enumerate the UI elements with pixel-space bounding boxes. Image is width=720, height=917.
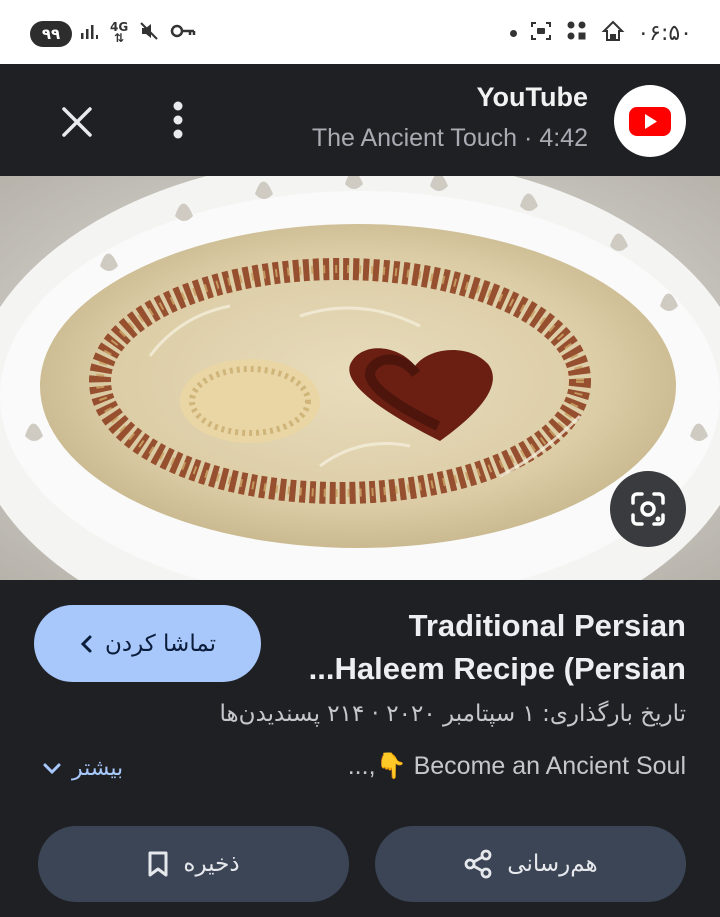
- close-button[interactable]: [55, 100, 99, 144]
- source-meta: The Ancient Touch · 4:42: [312, 124, 588, 153]
- mute-icon: [138, 20, 160, 47]
- network-type: 4G ⇅: [110, 20, 129, 45]
- bookmark-icon: [148, 851, 168, 877]
- vpn-key-icon: [170, 21, 196, 46]
- chevron-down-icon: [43, 763, 61, 774]
- battery-indicator: ۹۹: [30, 21, 72, 47]
- youtube-icon: [629, 107, 671, 136]
- watch-label: تماشا کردن: [104, 630, 217, 657]
- lens-search-button[interactable]: [610, 471, 686, 547]
- close-icon: [62, 107, 92, 137]
- status-icons-left: 4G ⇅: [80, 18, 196, 48]
- status-bar: ۹۹ 4G ⇅ ۰۶:۵۰: [0, 0, 720, 64]
- result-header: YouTube The Ancient Touch · 4:42: [0, 64, 720, 176]
- save-button[interactable]: ذخیره: [38, 826, 349, 902]
- status-icons-right: ۰۶:۵۰: [510, 18, 692, 48]
- watch-button[interactable]: تماشا کردن: [34, 605, 261, 682]
- video-title-line-2: Haleem Recipe (Persian...: [308, 651, 686, 686]
- youtube-logo[interactable]: [614, 85, 686, 157]
- signal-icon: [80, 21, 100, 46]
- video-title[interactable]: Traditional Persian Haleem Recipe (Persi…: [286, 604, 686, 690]
- channel-name: The Ancient Touch: [311, 124, 518, 152]
- source-name[interactable]: YouTube: [477, 82, 588, 113]
- share-label: هم‌رسانی: [507, 851, 598, 877]
- lens-icon: [631, 492, 665, 526]
- apps-icon: [565, 19, 589, 48]
- meta-separator: ·: [524, 124, 533, 152]
- video-duration: 4:42: [539, 124, 588, 152]
- save-label: ذخیره: [183, 851, 240, 877]
- screenshot-icon: [529, 19, 553, 48]
- more-label: بیشتر: [72, 756, 124, 781]
- share-button[interactable]: هم‌رسانی: [375, 826, 686, 902]
- upload-meta: تاریخ بارگذاری: ۱ سپتامبر ۲۰۲۰ · ۲۱۴ پسن…: [219, 701, 686, 727]
- notification-dot-icon: [510, 29, 518, 37]
- video-description: Become an Ancient Soul 👇,...: [347, 752, 686, 780]
- chevron-left-icon: [80, 635, 92, 652]
- more-options-button[interactable]: [165, 98, 191, 142]
- video-title-line-1: Traditional Persian: [408, 608, 686, 643]
- more-button[interactable]: بیشتر: [42, 756, 123, 781]
- more-vert-icon: [173, 101, 183, 139]
- clock: ۰۶:۵۰: [637, 20, 692, 46]
- app-notification-icon: [601, 19, 625, 48]
- share-icon: [464, 849, 492, 879]
